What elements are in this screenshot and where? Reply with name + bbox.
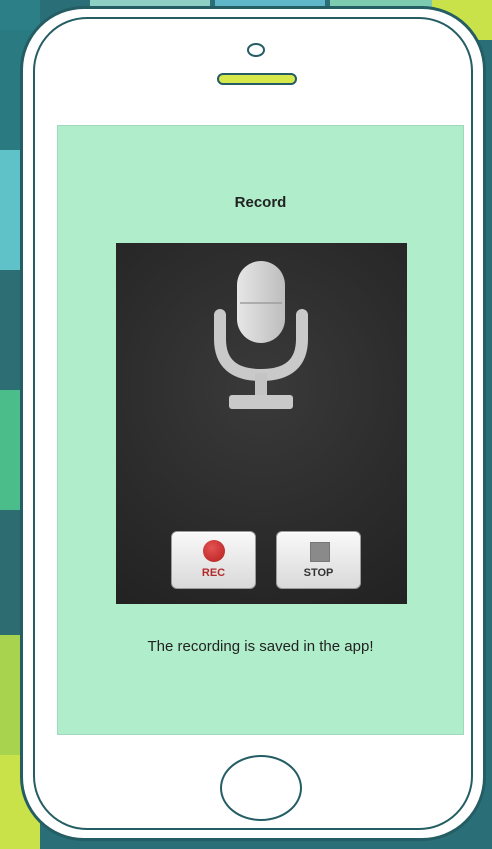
home-button[interactable] <box>220 755 302 821</box>
page-title: Record <box>234 194 287 211</box>
app-screen: Record REC STOP The recording is saved i… <box>57 125 464 735</box>
save-caption: The recording is saved in the app! <box>147 638 374 655</box>
bg-stripe <box>0 0 40 30</box>
stop-button-label: STOP <box>303 567 334 579</box>
record-button[interactable]: REC <box>171 531 256 589</box>
microphone-icon <box>214 261 308 409</box>
phone-frame: Record REC STOP The recording is saved i… <box>20 6 486 841</box>
stop-square-icon <box>310 542 330 562</box>
recorder-panel: REC STOP <box>116 243 407 604</box>
record-button-label: REC <box>201 567 226 579</box>
camera-icon <box>247 43 265 57</box>
stop-button[interactable]: STOP <box>276 531 361 589</box>
speaker-icon <box>217 73 297 85</box>
record-dot-icon <box>203 540 225 562</box>
